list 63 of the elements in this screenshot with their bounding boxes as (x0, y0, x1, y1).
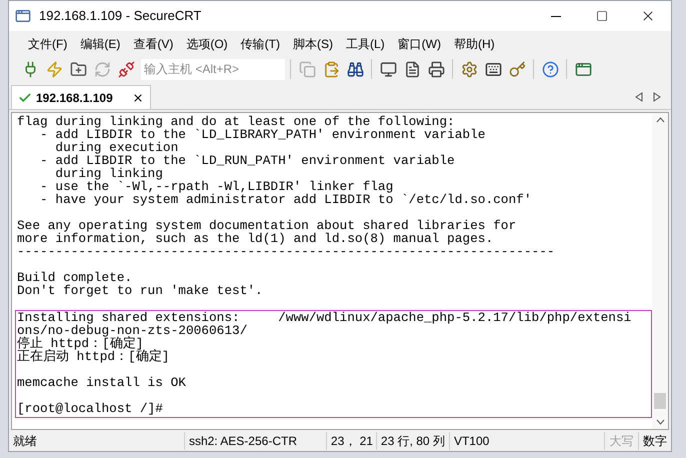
window-icon (574, 60, 592, 78)
paste-icon (322, 60, 340, 78)
window-title: 192.168.1.109 - SecureCRT (39, 7, 202, 26)
menu-item[interactable]: 窗口(W) (392, 34, 446, 52)
document-icon (404, 60, 420, 78)
keyboard-icon (484, 60, 502, 78)
status-field: 23 行, 80 列 (376, 432, 449, 450)
menu-item[interactable]: 文件(F) (23, 34, 72, 52)
refresh-icon (94, 60, 110, 78)
terminal-line: during execution (54, 141, 178, 154)
scroll-left-icon[interactable] (635, 92, 643, 102)
menu-item[interactable]: 帮助(H) (448, 34, 500, 52)
terminal-line: - add LIBDIR to the `LD_LIBRARY_PATH' environment variable (40, 128, 486, 141)
terminal-line: more information, such as the ld(1) and ld.so(8) manual pages. (17, 232, 494, 245)
key-icon (508, 60, 526, 78)
scroll-right-icon[interactable] (653, 92, 661, 102)
terminal-line: ons/no-debug-non-zts-20060613/ (17, 324, 248, 337)
terminal-line: See any operating system documentation about shared libraries for (17, 219, 518, 232)
menu-item[interactable]: 脚本(S) (288, 34, 338, 52)
menu-item[interactable]: 编辑(E) (75, 34, 126, 52)
terminal-line: Don't forget to run 'make test'. (17, 284, 264, 297)
terminal-line: ---------------------------------------------------------------------- (17, 245, 556, 258)
host-field[interactable]: 输入主机 <Alt+R> (141, 58, 285, 80)
terminal-line: 停止 httpd：[确定] (17, 337, 144, 350)
terminal-line: 正在启动 httpd：[确定] (17, 350, 170, 363)
terminal-line: during linking (54, 167, 163, 180)
close-tab-icon[interactable] (132, 92, 144, 104)
binoculars-icon (346, 60, 364, 78)
scroll-down-icon[interactable] (656, 419, 664, 425)
settings-icon (460, 60, 478, 78)
status-field: 就绪 (9, 432, 184, 450)
terminal-line: - add LIBDIR to the `LD_RUN_PATH' environment variable (39, 154, 456, 167)
terminal-line: - have your system administrator add LIBDIR to `/etc/ld.so.conf' (39, 193, 533, 206)
menu-item[interactable]: 选项(O) (181, 34, 233, 52)
terminal-line: - use the `-Wl,--rpath -Wl,LIBDIR' linker flag (39, 180, 394, 193)
unplug-icon (118, 60, 134, 78)
folder-icon (70, 60, 86, 78)
terminal-line: Build complete. (17, 271, 134, 284)
terminal-line: flag during linking and do at least one of the following: (17, 115, 455, 128)
session-tab[interactable]: 192.168.1.109 (11, 85, 151, 109)
status-field: 数字 (638, 432, 672, 450)
menu-item[interactable]: 工具(L) (340, 34, 390, 52)
status-field: 大写 (604, 432, 638, 450)
printer-icon (428, 60, 444, 78)
scroll-thumb[interactable] (654, 393, 666, 409)
copy-icon (298, 60, 316, 78)
status-field: 23， 21 (326, 432, 376, 450)
scroll-up-icon[interactable] (656, 117, 664, 123)
maximize-icon (596, 10, 608, 22)
tab-label: 192.168.1.109 (36, 90, 114, 106)
monitor-icon (380, 60, 396, 78)
terminal-line: memcache install is OK (17, 376, 187, 389)
terminal-line: [root@localhost /]# (17, 402, 164, 415)
status-field: VT100 (448, 432, 604, 450)
menu-item[interactable]: 传输(T) (236, 34, 285, 52)
menu-item[interactable]: 查看(V) (128, 34, 178, 52)
app-icon (15, 8, 31, 24)
status-field: ssh2: AES-256-CTR (184, 432, 326, 450)
lightning-icon (46, 60, 62, 78)
terminal-line: Installing shared extensions: /www/wdlinux/apache_php-5.2.17/lib/php/extensi (17, 311, 632, 324)
check-icon (18, 90, 32, 104)
help-icon (542, 60, 558, 78)
scrollbar[interactable] (652, 113, 668, 429)
